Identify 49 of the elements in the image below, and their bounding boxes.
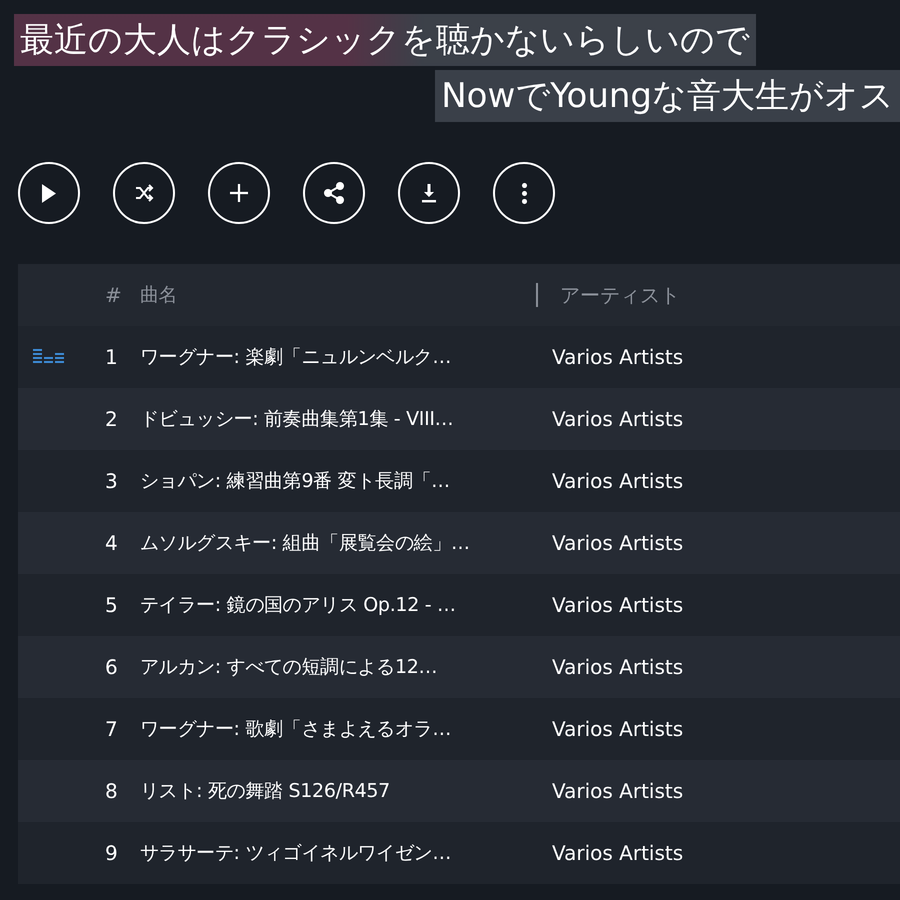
track-title: テイラー: 鏡の国のアリス Op.12 - … (140, 593, 457, 618)
track-row[interactable]: 2 ドビュッシー: 前奏曲集第1集 - VIII… Varios Artists (18, 388, 900, 450)
track-row[interactable]: 7 ワーグナー: 歌劇「さまよえるオラ… Varios Artists (18, 698, 900, 760)
play-icon (42, 184, 56, 202)
track-number: 4 (104, 531, 119, 555)
track-artist: Varios Artists (551, 841, 684, 865)
track-artist: Varios Artists (551, 655, 684, 679)
column-header[interactable]: # (84, 283, 140, 307)
title-text: 最近の大人はクラシックを聴かないらしいので (14, 14, 756, 66)
title-text: NowでYoungな音大生がオス (435, 70, 900, 122)
track-row[interactable]: 3 ショパン: 練習曲第9番 変ト長調「… Varios Artists (18, 450, 900, 512)
track-artist: Varios Artists (551, 717, 684, 741)
share-button[interactable] (303, 162, 365, 224)
column-header[interactable]: 曲名 (140, 282, 536, 308)
track-title: ショパン: 練習曲第9番 変ト長調「… (140, 469, 451, 494)
track-title: サラサーテ: ツィゴイネルワイゼン… (140, 841, 452, 866)
add-button[interactable] (208, 162, 270, 224)
track-row[interactable]: 5 テイラー: 鏡の国のアリス Op.12 - … Varios Artists (18, 574, 900, 636)
play-button[interactable] (18, 162, 80, 224)
track-title: ワーグナー: 歌劇「さまよえるオラ… (140, 717, 452, 742)
track-number: 3 (104, 469, 119, 493)
track-title: ムソルグスキー: 組曲「展覧会の絵」… (140, 531, 471, 556)
more-icon (522, 182, 526, 204)
track-row[interactable]: 9 サラサーテ: ツィゴイネルワイゼン… Varios Artists (18, 822, 900, 884)
download-button[interactable] (398, 162, 460, 224)
track-row[interactable]: 4 ムソルグスキー: 組曲「展覧会の絵」… Varios Artists (18, 512, 900, 574)
track-title: ワーグナー: 楽劇「ニュルンベルク… (140, 345, 452, 370)
track-title: ドビュッシー: 前奏曲集第1集 - VIII… (140, 407, 454, 432)
track-artist: Varios Artists (551, 779, 684, 803)
track-number: 1 (104, 345, 119, 369)
track-artist: Varios Artists (551, 407, 684, 431)
more-button[interactable] (493, 162, 555, 224)
track-number: 2 (104, 407, 119, 431)
shuffle-button[interactable] (113, 162, 175, 224)
track-artist: Varios Artists (551, 593, 684, 617)
track-title: アルカン: すべての短調による12… (140, 655, 438, 680)
column-header[interactable]: アーティスト (536, 283, 900, 307)
track-artist: Varios Artists (551, 531, 684, 555)
track-artist: Varios Artists (551, 469, 684, 493)
track-number: 9 (104, 841, 119, 865)
track-number: 7 (104, 717, 119, 741)
track-title: リスト: 死の舞踏 S126/R457 (140, 779, 391, 804)
track-row[interactable]: 6 アルカン: すべての短調による12… Varios Artists (18, 636, 900, 698)
track-number: 8 (104, 779, 119, 803)
track-number: 6 (104, 655, 119, 679)
track-number: 5 (104, 593, 119, 617)
track-artist: Varios Artists (551, 345, 684, 369)
track-row[interactable]: 8 リスト: 死の舞踏 S126/R457 Varios Artists (18, 760, 900, 822)
track-row[interactable]: 1 ワーグナー: 楽劇「ニュルンベルク… Varios Artists (18, 326, 900, 388)
